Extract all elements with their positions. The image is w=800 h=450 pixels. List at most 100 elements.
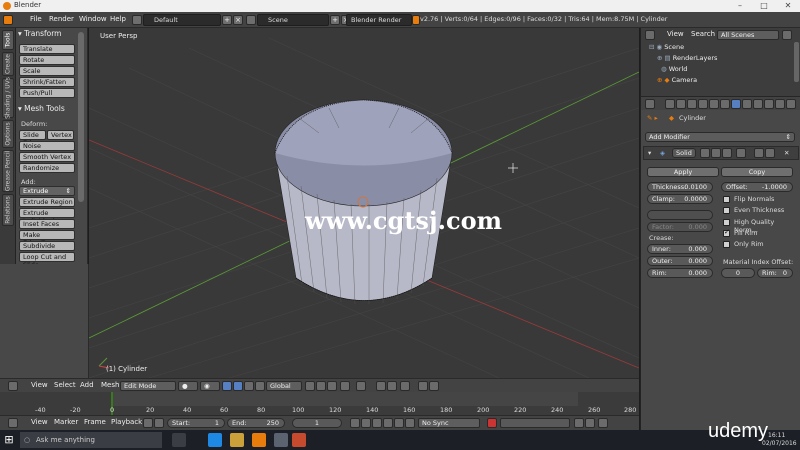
render-tab-icon[interactable] xyxy=(665,99,675,109)
menu-marker[interactable]: Marker xyxy=(54,418,78,426)
menu-playback[interactable]: Playback xyxy=(111,418,142,426)
app-taskbar-icon[interactable] xyxy=(274,433,288,447)
play-reverse-icon[interactable] xyxy=(372,418,382,428)
screen-layout-field[interactable]: Default xyxy=(143,14,221,26)
factor-field[interactable]: Factor: 0.000 xyxy=(647,222,713,232)
maximize-button[interactable]: □ xyxy=(752,0,776,12)
smooth-vertex-button[interactable]: Smooth Vertex xyxy=(19,152,75,162)
outliner-item-renderlayers[interactable]: ⊕ ▤ RenderLayers xyxy=(657,54,717,62)
menu-outliner-view[interactable]: View xyxy=(667,30,684,38)
screen-layout-icon[interactable] xyxy=(132,15,142,25)
tab-shading-uvs[interactable]: Shading / UVs xyxy=(2,77,14,119)
start-frame-field[interactable]: Start: 1 xyxy=(167,418,225,428)
tab-create[interactable]: Create xyxy=(2,52,14,76)
menu-view[interactable]: View xyxy=(31,381,48,389)
keying-set-field[interactable] xyxy=(500,418,570,428)
scene-tab-icon[interactable] xyxy=(687,99,697,109)
render-toggle-icon[interactable] xyxy=(711,148,721,158)
editor-type-3d-icon[interactable] xyxy=(8,381,18,391)
pivot-select[interactable]: ◉ xyxy=(200,381,220,391)
randomize-button[interactable]: Randomize xyxy=(19,163,75,173)
menu-frame[interactable]: Frame xyxy=(84,418,106,426)
record-keyframe-icon[interactable] xyxy=(487,418,497,428)
physics-tab-icon[interactable] xyxy=(786,99,796,109)
editmode-toggle-icon[interactable] xyxy=(736,148,746,158)
remove-layout-button[interactable]: × xyxy=(233,15,243,25)
menu-timeline-view[interactable]: View xyxy=(31,418,48,426)
current-frame-field[interactable]: 1 xyxy=(292,418,342,428)
outliner-item-scene[interactable]: ⊟ ◉ Scene xyxy=(649,43,684,51)
translate-button[interactable]: Translate xyxy=(19,44,75,54)
scale-manipulator-icon[interactable] xyxy=(255,381,265,391)
blender-taskbar-icon[interactable] xyxy=(252,433,266,447)
subdivide-button[interactable]: Subdivide xyxy=(19,241,75,251)
preview-range-icon[interactable] xyxy=(154,418,164,428)
world-tab-icon[interactable] xyxy=(698,99,708,109)
loop-cut-slide-button[interactable]: Loop Cut and Slide xyxy=(19,252,75,269)
scale-button[interactable]: Scale xyxy=(19,66,75,76)
material-offset-field[interactable]: 0 xyxy=(721,268,755,278)
remove-modifier-icon[interactable]: ✕ xyxy=(784,149,789,157)
scene-field[interactable]: Scene xyxy=(257,14,329,26)
menu-window[interactable]: Window xyxy=(79,15,107,23)
editor-type-timeline-icon[interactable] xyxy=(8,418,18,428)
object-tab-icon[interactable] xyxy=(709,99,719,109)
outliner-item-camera[interactable]: ⊕ ◆ Camera xyxy=(657,76,697,84)
next-keyframe-icon[interactable] xyxy=(394,418,404,428)
jump-end-icon[interactable] xyxy=(405,418,415,428)
render-engine-select[interactable]: Blender Render xyxy=(346,14,412,26)
flip-normals-checkbox[interactable] xyxy=(723,196,730,203)
crease-inner-field[interactable]: Inner: 0.000 xyxy=(647,244,713,254)
make-edge-face-button[interactable]: Make Edge/Face xyxy=(19,230,75,247)
crease-rim-field[interactable]: Rim: 0.000 xyxy=(647,268,713,278)
inset-faces-button[interactable]: Inset Faces xyxy=(19,219,75,229)
opengl-anim-icon[interactable] xyxy=(429,381,439,391)
extrude-region-button[interactable]: Extrude Region xyxy=(19,197,75,207)
jump-start-icon[interactable] xyxy=(350,418,360,428)
proportional-edit-icon[interactable] xyxy=(356,381,366,391)
snap-toggle-icon[interactable] xyxy=(376,381,386,391)
collapse-modifier-icon[interactable]: ▾ xyxy=(648,149,651,157)
tab-relations[interactable]: Relations xyxy=(2,194,14,226)
scene-icon[interactable] xyxy=(246,15,256,25)
move-down-icon[interactable] xyxy=(765,148,775,158)
slide-edge-button[interactable]: Slide Ed xyxy=(19,130,46,147)
snap-target-icon[interactable] xyxy=(400,381,410,391)
rotate-manipulator-icon[interactable] xyxy=(244,381,254,391)
vertex-group-field[interactable] xyxy=(647,210,713,220)
high-quality-normals-checkbox[interactable] xyxy=(723,219,730,226)
material-rim-offset-field[interactable]: Rim: 0 xyxy=(757,268,793,278)
prev-keyframe-icon[interactable] xyxy=(361,418,371,428)
constraints-tab-icon[interactable] xyxy=(720,99,730,109)
menu-render[interactable]: Render xyxy=(49,15,74,23)
end-frame-field[interactable]: End: 250 xyxy=(227,418,285,428)
extrude-individual-button[interactable]: Extrude Individual xyxy=(19,208,75,225)
menu-select[interactable]: Select xyxy=(54,381,76,389)
insert-keyframe-icon[interactable] xyxy=(574,418,584,428)
menu-outliner-search[interactable]: Search xyxy=(691,30,715,38)
texture-tab-icon[interactable] xyxy=(764,99,774,109)
rotate-button[interactable]: Rotate xyxy=(19,55,75,65)
face-select-icon[interactable] xyxy=(327,381,337,391)
taskbar-search[interactable]: ○ Ask me anything xyxy=(20,432,162,448)
particles-tab-icon[interactable] xyxy=(775,99,785,109)
data-tab-icon[interactable] xyxy=(742,99,752,109)
occlude-geometry-icon[interactable] xyxy=(340,381,350,391)
outliner-item-world[interactable]: ◍ World xyxy=(661,65,687,73)
tab-options[interactable]: Options xyxy=(2,120,14,148)
shrink-fatten-button[interactable]: Shrink/Fatten xyxy=(19,77,75,87)
auto-keying-icon[interactable] xyxy=(143,418,153,428)
move-up-icon[interactable] xyxy=(754,148,764,158)
editor-type-icon[interactable] xyxy=(3,15,13,25)
menu-mesh[interactable]: Mesh xyxy=(101,381,119,389)
noise-button[interactable]: Noise xyxy=(19,141,75,151)
file-explorer-icon[interactable] xyxy=(230,433,244,447)
thickness-field[interactable]: Thickness: 0.0100 xyxy=(647,182,713,192)
even-thickness-checkbox[interactable] xyxy=(723,207,730,214)
menu-help[interactable]: Help xyxy=(110,15,126,23)
delete-keyframe-icon[interactable] xyxy=(585,418,595,428)
windows-start-icon[interactable]: ⊞ xyxy=(3,434,15,446)
play-icon[interactable] xyxy=(383,418,393,428)
minimize-button[interactable]: – xyxy=(728,0,752,12)
render-layers-tab-icon[interactable] xyxy=(676,99,686,109)
